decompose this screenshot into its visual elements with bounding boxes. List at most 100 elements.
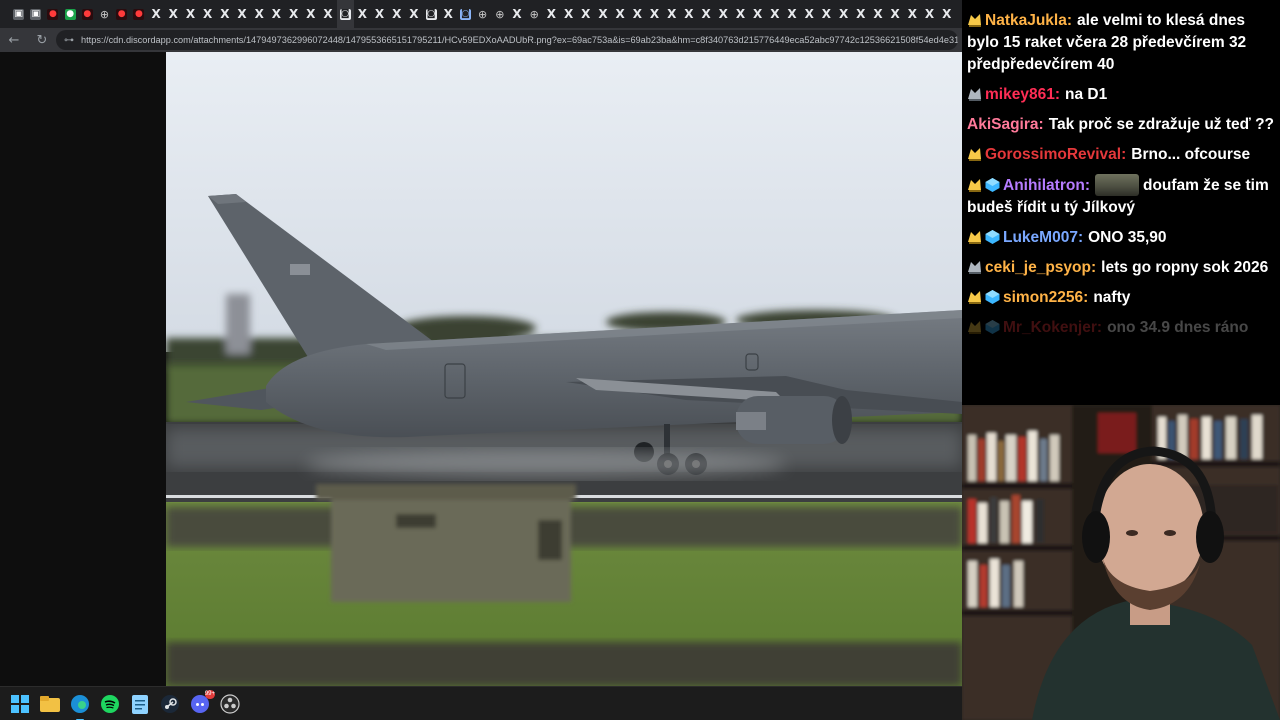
sub-badge-icon[interactable] (967, 146, 982, 161)
browser-tab[interactable]: X (938, 0, 955, 28)
x-tab-icon: X (237, 6, 247, 21)
browser-tab[interactable]: ● (113, 0, 130, 28)
sub-badge-grey-icon[interactable] (967, 86, 982, 101)
address-bar[interactable]: ⊶ https://cdn.discordapp.com/attachments… (56, 30, 958, 50)
browser-tab[interactable]: ◙ (423, 0, 440, 28)
sub-badge-icon[interactable] (967, 177, 982, 192)
browser-tab[interactable]: X (388, 0, 405, 28)
notepad-icon[interactable] (128, 692, 152, 716)
browser-tab[interactable]: X (371, 0, 388, 28)
chat-username[interactable]: NatkaJukla (985, 12, 1067, 29)
browser-tab[interactable]: ▣ (10, 0, 27, 28)
steam-icon[interactable] (158, 692, 182, 716)
browser-tab[interactable]: X (904, 0, 921, 28)
spotify-icon[interactable] (98, 692, 122, 716)
browser-tab[interactable]: X (560, 0, 577, 28)
browser-tab[interactable]: ● (130, 0, 147, 28)
browser-tab[interactable]: X (182, 0, 199, 28)
gift-badge-icon[interactable] (985, 319, 1000, 334)
browser-tab[interactable]: X (199, 0, 216, 28)
x-tab-icon: X (667, 6, 677, 21)
browser-tab[interactable]: X (818, 0, 835, 28)
browser-tab[interactable]: ⊕ (474, 0, 491, 28)
site-info-icon[interactable]: ⊶ (64, 35, 74, 46)
browser-tab[interactable]: X (887, 0, 904, 28)
browser-tab[interactable]: X (852, 0, 869, 28)
chat-message-text: Tak proč se zdražuje už teď ?? (1048, 116, 1275, 133)
browser-tab[interactable]: ◙ (457, 0, 474, 28)
chat-username[interactable]: ceki_je_psyop (985, 259, 1091, 276)
browser-tab[interactable]: X (216, 0, 233, 28)
aircraft-photo (166, 52, 962, 686)
browser-tab[interactable]: X (405, 0, 422, 28)
browser-tab[interactable]: X (354, 0, 371, 28)
browser-tab[interactable]: X (268, 0, 285, 28)
browser-tab[interactable]: X (251, 0, 268, 28)
browser-tab[interactable]: X (783, 0, 800, 28)
reload-icon[interactable]: ↻ (28, 28, 56, 52)
browser-tab[interactable]: X (766, 0, 783, 28)
back-arrow-icon[interactable]: ← (0, 28, 28, 52)
x-tab-icon: X (615, 6, 625, 21)
browser-tab[interactable]: ⊕ (526, 0, 543, 28)
sub-badge-icon[interactable] (967, 229, 982, 244)
obs-icon[interactable] (218, 692, 242, 716)
chat-username[interactable]: mikey861 (985, 86, 1055, 103)
edge-browser-icon[interactable] (68, 692, 92, 720)
browser-tab[interactable]: X (835, 0, 852, 28)
browser-tab[interactable]: X (508, 0, 525, 28)
browser-tab[interactable]: X (440, 0, 457, 28)
url-text[interactable]: https://cdn.discordapp.com/attachments/1… (81, 35, 958, 45)
x-tab-icon: X (443, 6, 453, 21)
chat-username[interactable]: Anihilatron (1003, 177, 1085, 194)
browser-tab[interactable]: X (680, 0, 697, 28)
sub-badge-icon[interactable] (967, 12, 982, 27)
browser-tab[interactable]: ⊕ (96, 0, 113, 28)
gift-badge-icon[interactable] (985, 229, 1000, 244)
browser-tab[interactable]: X (869, 0, 886, 28)
gift-badge-icon[interactable] (985, 289, 1000, 304)
chat-emote-icon[interactable] (1094, 174, 1139, 196)
chat-message: Mr_Kokenjer: ono 34.9 dnes ráno (967, 317, 1274, 339)
discord-taskbar-icon[interactable]: 99+ (188, 689, 215, 716)
browser-tab[interactable]: X (285, 0, 302, 28)
browser-tab[interactable]: X (698, 0, 715, 28)
globe-tab-icon: ⊕ (495, 7, 505, 21)
browser-tab[interactable]: ● (44, 0, 61, 28)
browser-tab[interactable]: X (543, 0, 560, 28)
browser-tab[interactable]: X (233, 0, 250, 28)
browser-tab[interactable]: X (646, 0, 663, 28)
browser-tab[interactable]: X (663, 0, 680, 28)
browser-tab[interactable]: X (801, 0, 818, 28)
sub-badge-grey-icon[interactable] (967, 259, 982, 274)
browser-tab[interactable]: X (732, 0, 749, 28)
browser-tab[interactable]: X (594, 0, 611, 28)
sub-badge-icon[interactable] (967, 319, 982, 334)
sub-badge-icon[interactable] (967, 289, 982, 304)
chat-username[interactable]: simon2256 (1003, 289, 1083, 306)
browser-tab[interactable]: X (715, 0, 732, 28)
browser-tab[interactable]: X (921, 0, 938, 28)
browser-tab[interactable]: X (148, 0, 165, 28)
browser-tab[interactable]: ● (62, 0, 79, 28)
browser-tab[interactable]: X (165, 0, 182, 28)
browser-tab[interactable]: ⊕ (491, 0, 508, 28)
browser-tab[interactable]: X (319, 0, 336, 28)
browser-tab[interactable]: X (577, 0, 594, 28)
browser-tab[interactable]: X (612, 0, 629, 28)
browser-tab[interactable]: ▣ (27, 0, 44, 28)
chat-username[interactable]: GorossimoRevival (985, 146, 1121, 163)
chat-colon: : (1054, 86, 1060, 103)
browser-tab[interactable]: X (749, 0, 766, 28)
browser-tab[interactable]: X (302, 0, 319, 28)
windows-start-icon[interactable] (8, 692, 32, 716)
chat-username[interactable]: Mr_Kokenjer (1003, 319, 1097, 336)
chat-username[interactable]: LukeM007 (1003, 229, 1078, 246)
browser-tab[interactable]: X (629, 0, 646, 28)
browser-tab[interactable]: ● (79, 0, 96, 28)
x-tab-icon: X (753, 6, 763, 21)
chat-username[interactable]: AkiSagira (967, 116, 1039, 133)
browser-tab[interactable]: ◙ (336, 0, 354, 28)
file-explorer-icon[interactable] (38, 692, 62, 716)
gift-badge-icon[interactable] (985, 177, 1000, 192)
